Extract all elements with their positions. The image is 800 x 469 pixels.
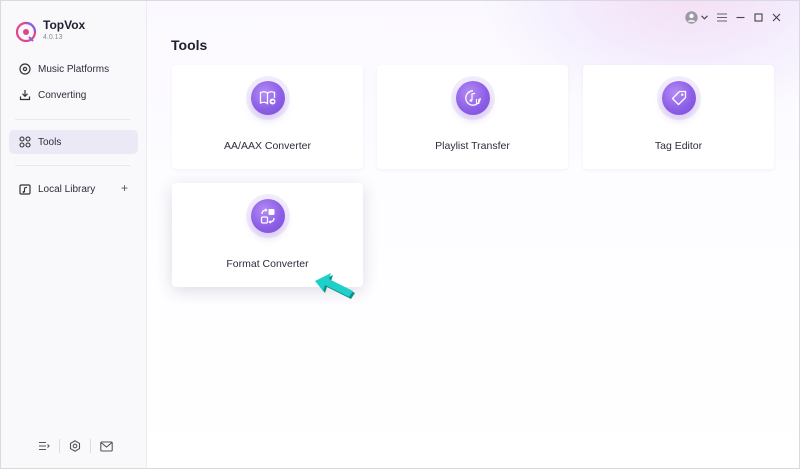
tool-card-playlist-transfer[interactable]: Playlist Transfer [377,65,568,169]
tool-card-label: Tag Editor [654,140,703,152]
pointer-arrow-icon [315,273,355,299]
format-convert-icon [250,199,285,233]
sidebar-item-label: Music Platforms [38,63,110,75]
sidebar-item-label: Converting [38,89,87,101]
window-controls [676,11,781,24]
main-panel: Tools AA/AAX Converter Playlist Transfer… [147,1,799,468]
mail-icon[interactable] [99,439,113,453]
sidebar-footer [37,439,113,453]
app-name: TopVox [43,18,86,32]
topvox-logo-icon [15,21,37,43]
footer-separator [90,439,91,453]
sidebar: TopVox 4.0.13 Music Platforms Converting [1,1,147,468]
page-title: Tools [171,37,208,53]
chevron-down-icon[interactable] [701,15,708,20]
add-library-button[interactable]: + [121,182,128,194]
settings-icon[interactable] [68,439,82,453]
app-window: TopVox 4.0.13 Music Platforms Converting [0,0,800,469]
footer-separator [59,439,60,453]
close-icon[interactable] [772,13,781,22]
sidebar-item-label: Tools [38,136,62,148]
menu-icon[interactable] [717,13,727,22]
sidebar-item-local-library[interactable]: Local Library + [9,177,138,201]
queue-list-icon[interactable] [37,439,51,453]
sidebar-divider [15,119,130,120]
tool-card-label: AA/AAX Converter [224,140,311,152]
user-avatar-icon[interactable] [685,11,708,24]
sidebar-item-tools[interactable]: Tools [9,130,138,154]
tool-card-label: Playlist Transfer [435,140,510,152]
tool-card-tag-editor[interactable]: Tag Editor [583,65,774,169]
book-convert-icon [250,81,285,115]
sidebar-item-music-platforms[interactable]: Music Platforms [9,57,138,81]
sidebar-item-converting[interactable]: Converting [9,83,138,107]
minimize-icon[interactable] [736,13,745,22]
sidebar-divider [15,165,130,166]
music-transfer-icon [455,81,490,115]
brand: TopVox 4.0.13 [15,18,85,43]
maximize-icon[interactable] [754,13,763,22]
tool-card-aa-aax-converter[interactable]: AA/AAX Converter [172,65,363,169]
sidebar-item-label: Local Library [38,183,96,195]
download-icon [19,90,31,101]
music-disc-icon [19,63,31,75]
app-version: 4.0.13 [43,34,63,41]
grid-icon [19,136,31,148]
tag-icon [661,81,696,115]
folder-music-icon [19,184,31,195]
